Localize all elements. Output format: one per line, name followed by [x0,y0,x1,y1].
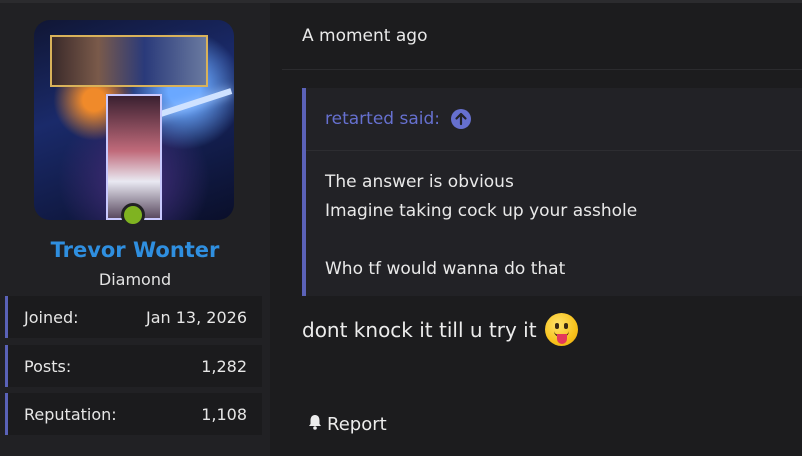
avatar[interactable] [34,20,234,220]
report-label[interactable]: Report [327,414,387,435]
username-link[interactable]: Trevor Wonter [0,238,270,262]
post-timestamp[interactable]: A moment ago [302,26,427,46]
message-pointer-arrow [270,50,282,74]
arrow-up-circle-icon[interactable] [450,109,471,129]
quote-header[interactable]: retarted said: [306,88,802,150]
stat-joined: Joined: Jan 13, 2026 [5,296,262,338]
stat-reputation: Reputation: 1,108 [5,393,262,435]
tongue-face-emoji-icon [544,313,578,346]
user-title: Diamond [98,270,172,289]
header-divider [282,69,802,70]
quote-line [325,226,637,255]
stat-label: Posts: [24,356,72,376]
avatar-image-bottom [106,94,162,220]
quote-block: retarted said: The answer is obvious Ima… [302,88,802,296]
quote-author[interactable]: retarted said: [325,109,440,129]
online-status-indicator [121,203,145,227]
message-text: dont knock it till u try it [302,317,537,342]
quote-content: The answer is obvious Imagine taking coc… [325,168,637,284]
quote-line: Who tf would wanna do that [325,259,566,279]
stat-value: 1,108 [201,404,247,424]
stat-posts: Posts: 1,282 [5,345,262,387]
report-button[interactable]: Report [306,413,387,436]
quote-divider [306,150,802,151]
stat-label: Reputation: [24,404,117,424]
stat-value: 1,282 [201,356,247,376]
quote-line: The answer is obvious [325,172,514,192]
message-body: dont knock it till u try it [302,313,578,346]
stat-label: Joined: [24,307,79,327]
stat-value: Jan 13, 2026 [146,307,247,327]
avatar-image-top [50,35,208,87]
quote-line: Imagine taking cock up your asshole [325,201,638,221]
bell-icon [306,413,324,436]
